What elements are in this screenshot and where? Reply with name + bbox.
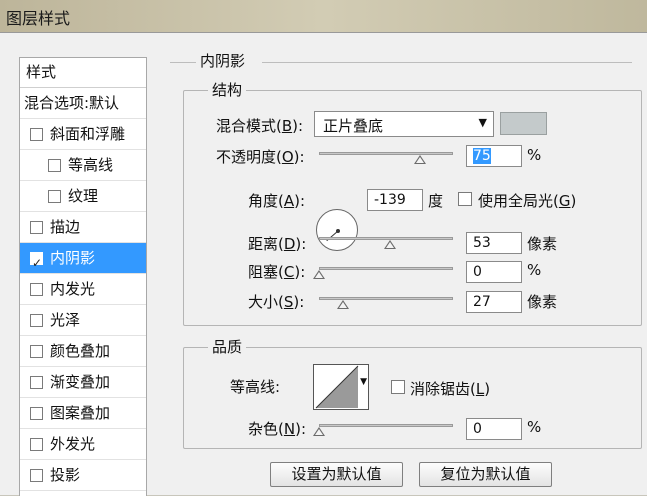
structure-title: 结构 bbox=[208, 79, 247, 100]
blend-mode-select[interactable]: 正片叠底 ▼ bbox=[314, 111, 494, 137]
shadow-color-swatch[interactable] bbox=[500, 112, 547, 135]
opacity-unit: % bbox=[527, 146, 542, 164]
sidebar-item-checkbox[interactable] bbox=[30, 283, 43, 296]
sidebar-item[interactable]: 图案叠加 bbox=[20, 398, 146, 429]
blend-options-label: 混合选项:默认 bbox=[24, 94, 120, 112]
opacity-label: 不透明度(O): bbox=[216, 148, 305, 166]
panel-title-rule-left bbox=[170, 62, 196, 63]
panel-title-rule bbox=[262, 62, 632, 63]
window-title: 图层样式 bbox=[6, 9, 71, 28]
sidebar-item-label: 描边 bbox=[50, 218, 81, 236]
contour-label: 等高线: bbox=[230, 378, 281, 396]
choke-slider-track[interactable] bbox=[319, 267, 453, 270]
global-light-checkbox[interactable] bbox=[458, 192, 472, 206]
panel-title: 内阴影 bbox=[196, 50, 250, 71]
sidebar-item-label: 光泽 bbox=[50, 311, 81, 329]
sidebar-item-checkbox[interactable] bbox=[30, 438, 43, 451]
distance-slider-thumb[interactable] bbox=[384, 240, 397, 249]
choke-unit: % bbox=[527, 261, 542, 279]
sidebar-item[interactable]: 等高线 bbox=[20, 150, 146, 181]
sidebar-item[interactable]: 纹理 bbox=[20, 181, 146, 212]
blend-options-item[interactable]: 混合选项:默认 bbox=[20, 88, 146, 119]
sidebar-item-label: 颜色叠加 bbox=[50, 342, 111, 360]
choke-input[interactable]: 0 bbox=[466, 261, 522, 283]
sidebar-item[interactable]: 投影 bbox=[20, 460, 146, 491]
choke-slider-thumb[interactable] bbox=[313, 270, 325, 279]
blend-mode-value: 正片叠底 bbox=[323, 117, 384, 135]
sidebar-item[interactable]: ✓ 内阴影 bbox=[20, 243, 146, 274]
sidebar-item-label: 等高线 bbox=[68, 156, 114, 174]
noise-slider-thumb[interactable] bbox=[313, 427, 325, 436]
sidebar-item-label: 投影 bbox=[50, 466, 81, 484]
sidebar-item[interactable]: 颜色叠加 bbox=[20, 336, 146, 367]
noise-label: 杂色(N): bbox=[248, 420, 306, 438]
angle-input[interactable]: -139 bbox=[367, 189, 423, 211]
global-light-label: 使用全局光(G) bbox=[478, 192, 577, 210]
antialias-label: 消除锯齿(L) bbox=[410, 380, 491, 398]
sidebar-item[interactable]: 描边 bbox=[20, 212, 146, 243]
sidebar-item-checkbox[interactable] bbox=[30, 345, 43, 358]
distance-unit: 像素 bbox=[527, 235, 558, 253]
size-input[interactable]: 27 bbox=[466, 291, 522, 313]
styles-list: 样式 混合选项:默认 斜面和浮雕等高线纹理描边 ✓ 内阴影内发光光泽颜色叠加渐变叠加… bbox=[19, 57, 147, 496]
sidebar-item-label: 图案叠加 bbox=[50, 404, 111, 422]
quality-title: 品质 bbox=[208, 336, 247, 357]
sidebar-item-checkbox[interactable] bbox=[30, 407, 43, 420]
make-default-button[interactable]: 设置为默认值 bbox=[270, 462, 403, 487]
noise-unit: % bbox=[527, 418, 542, 436]
title-bar: 图层样式 bbox=[0, 0, 647, 32]
sidebar-item[interactable]: 斜面和浮雕 bbox=[20, 119, 146, 150]
contour-curve-icon bbox=[315, 365, 359, 409]
blend-mode-label: 混合模式(B): bbox=[216, 117, 304, 135]
layer-style-dialog: 样式 混合选项:默认 斜面和浮雕等高线纹理描边 ✓ 内阴影内发光光泽颜色叠加渐变叠加… bbox=[0, 32, 647, 496]
dropdown-arrow-icon: ▼ bbox=[478, 116, 487, 129]
sidebar-item-checkbox[interactable] bbox=[48, 159, 61, 172]
antialias-checkbox[interactable] bbox=[391, 380, 405, 394]
sidebar-item-checkbox[interactable] bbox=[48, 190, 61, 203]
angle-dial[interactable] bbox=[316, 209, 358, 251]
sidebar-item-label: 外发光 bbox=[50, 435, 96, 453]
sidebar-item-label: 内阴影 bbox=[50, 249, 96, 267]
angle-needle-icon bbox=[326, 229, 340, 242]
contour-dropdown-arrow-icon[interactable]: ▼ bbox=[360, 377, 367, 387]
sidebar-item[interactable]: 外发光 bbox=[20, 429, 146, 460]
sidebar-item-label: 内发光 bbox=[50, 280, 96, 298]
size-slider-thumb[interactable] bbox=[337, 300, 350, 309]
distance-input[interactable]: 53 bbox=[466, 232, 522, 254]
reset-default-button[interactable]: 复位为默认值 bbox=[419, 462, 552, 487]
angle-unit: 度 bbox=[428, 192, 444, 210]
sidebar-item-checkbox[interactable] bbox=[30, 128, 43, 141]
noise-input[interactable]: 0 bbox=[466, 418, 522, 440]
sidebar-item-label: 渐变叠加 bbox=[50, 373, 111, 391]
sidebar-item-label: 斜面和浮雕 bbox=[50, 125, 126, 143]
sidebar-item-checkbox[interactable] bbox=[30, 221, 43, 234]
sidebar-item-checkbox[interactable]: ✓ bbox=[30, 252, 43, 270]
opacity-input[interactable]: 75 bbox=[466, 145, 522, 167]
styles-header[interactable]: 样式 bbox=[20, 58, 146, 88]
size-label: 大小(S): bbox=[248, 293, 305, 311]
sidebar-item[interactable]: 内发光 bbox=[20, 274, 146, 305]
opacity-slider-thumb[interactable] bbox=[413, 155, 426, 164]
distance-label: 距离(D): bbox=[248, 235, 307, 253]
angle-label: 角度(A): bbox=[248, 192, 306, 210]
choke-label: 阻塞(C): bbox=[248, 263, 306, 281]
sidebar-item-checkbox[interactable] bbox=[30, 469, 43, 482]
opacity-slider-track[interactable] bbox=[319, 152, 453, 155]
contour-picker[interactable]: ▼ bbox=[313, 364, 369, 410]
sidebar-item[interactable]: 渐变叠加 bbox=[20, 367, 146, 398]
noise-slider-track[interactable] bbox=[319, 424, 453, 427]
sidebar-item[interactable]: 光泽 bbox=[20, 305, 146, 336]
sidebar-item-checkbox[interactable] bbox=[30, 314, 43, 327]
sidebar-item-checkbox[interactable] bbox=[30, 376, 43, 389]
sidebar-item-label: 纹理 bbox=[68, 187, 99, 205]
size-unit: 像素 bbox=[527, 293, 558, 311]
